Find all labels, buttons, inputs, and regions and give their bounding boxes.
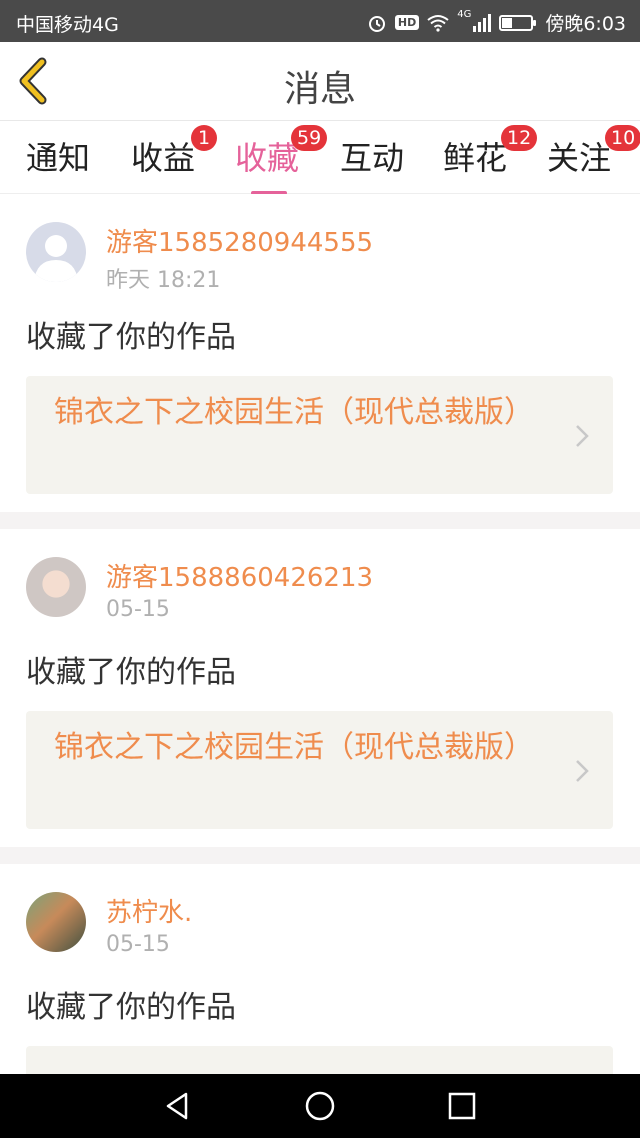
tab-label: 互动 [340, 139, 405, 177]
divider [0, 512, 640, 529]
divider [0, 847, 640, 864]
message-card: 游客1588860426213 05-15 收藏了你的作品 锦衣之下之校园生活（… [0, 529, 640, 847]
battery-icon [499, 14, 537, 31]
tab-earnings[interactable]: 收益 1 [131, 125, 217, 179]
page-title: 消息 [283, 69, 356, 110]
tab-bar: 通知 收益 1 收藏 59 互动 鲜花 12 关注 10 [0, 120, 640, 195]
tab-badge: 10 [605, 125, 640, 151]
tab-label: 关注 [547, 139, 612, 177]
wifi-icon [427, 14, 449, 32]
status-bar: 中国移动4G HD 4G 傍晚6:03 [0, 0, 640, 42]
work-title: 锦衣之下之校园生活（现代总裁版） [54, 730, 534, 765]
hd-icon: HD [394, 15, 420, 30]
signal-icon [473, 13, 492, 32]
avatar[interactable] [26, 557, 86, 617]
system-nav-bar [0, 1074, 640, 1138]
chevron-right-icon [576, 760, 589, 782]
tab-interactions[interactable]: 互动 [340, 133, 404, 179]
carrier-label: 中国移动4G [16, 14, 119, 36]
status-icons: HD 4G 傍晚6:03 [367, 9, 626, 36]
message-card: 苏柠水. 05-15 收藏了你的作品 [0, 864, 640, 1074]
avatar[interactable] [26, 222, 86, 282]
message-list[interactable]: 游客1585280944555 昨天 18:21 收藏了你的作品 锦衣之下之校园… [0, 194, 640, 1074]
username[interactable]: 苏柠水. [106, 892, 192, 929]
message-card: 游客1585280944555 昨天 18:21 收藏了你的作品 锦衣之下之校园… [0, 194, 640, 512]
tab-badge: 1 [191, 125, 217, 151]
tab-flowers[interactable]: 鲜花 12 [443, 125, 538, 179]
work-link[interactable]: 锦衣之下之校园生活（现代总裁版） [26, 711, 613, 829]
back-triangle-icon[interactable] [162, 1090, 194, 1122]
work-title: 锦衣之下之校园生活（现代总裁版） [54, 395, 534, 430]
message-text: 收藏了你的作品 [26, 990, 236, 1025]
chevron-right-icon [576, 425, 589, 447]
timestamp: 05-15 [106, 597, 170, 622]
message-text: 收藏了你的作品 [26, 320, 236, 355]
recent-square-icon[interactable] [446, 1090, 478, 1122]
clock: 傍晚6:03 [545, 13, 626, 35]
header: 消息 [0, 42, 640, 120]
tab-label: 通知 [26, 139, 91, 177]
tab-notifications[interactable]: 通知 [26, 133, 90, 179]
tab-label: 鲜花 [443, 139, 508, 177]
message-text: 收藏了你的作品 [26, 655, 236, 690]
tab-label: 收益 [131, 139, 196, 177]
tab-follows[interactable]: 关注 10 [547, 125, 640, 179]
tab-badge: 12 [501, 125, 538, 151]
tab-label: 收藏 [235, 139, 300, 177]
default-avatar-icon [34, 235, 78, 282]
network-label: 4G [457, 9, 472, 20]
username[interactable]: 游客1585280944555 [106, 222, 373, 259]
tab-badge: 59 [291, 125, 328, 151]
timestamp: 昨天 18:21 [106, 268, 221, 293]
work-link[interactable]: 锦衣之下之校园生活（现代总裁版） [26, 376, 613, 494]
avatar[interactable] [26, 892, 86, 952]
home-circle-icon[interactable] [304, 1090, 336, 1122]
tab-favorites[interactable]: 收藏 59 [235, 125, 328, 195]
username[interactable]: 游客1588860426213 [106, 557, 373, 594]
alarm-icon [368, 15, 385, 32]
work-link[interactable] [26, 1046, 613, 1074]
timestamp: 05-15 [106, 932, 170, 957]
